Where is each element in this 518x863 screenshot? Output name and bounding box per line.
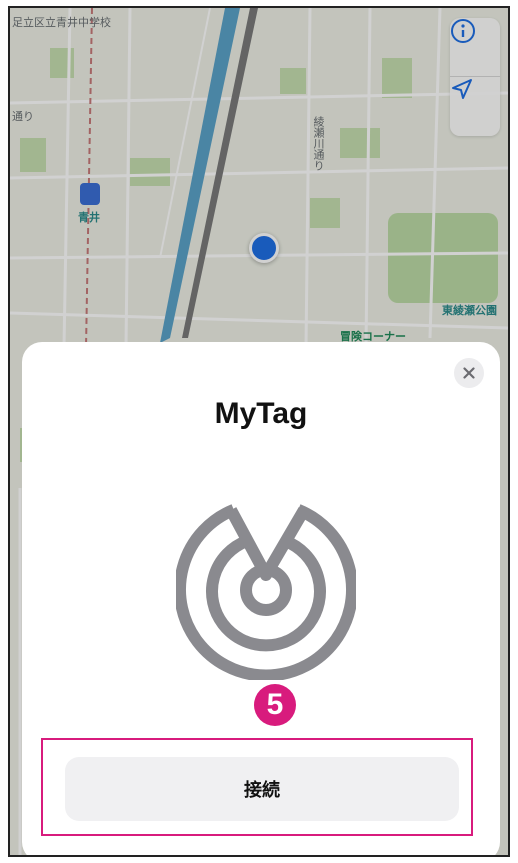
- close-button[interactable]: [454, 358, 484, 388]
- mytag-sheet: MyTag 5 接続: [22, 342, 500, 855]
- sheet-title: MyTag: [214, 397, 308, 430]
- radar-icon: [176, 504, 356, 680]
- connect-button[interactable]: 接続: [65, 757, 459, 821]
- app-frame: 足立区立青井中学校 通り 綾瀬川通り 青井 東綾瀬公園 冒険コーナー MyTag…: [8, 6, 510, 857]
- close-icon: [463, 367, 475, 379]
- step-number-badge: 5: [254, 684, 296, 726]
